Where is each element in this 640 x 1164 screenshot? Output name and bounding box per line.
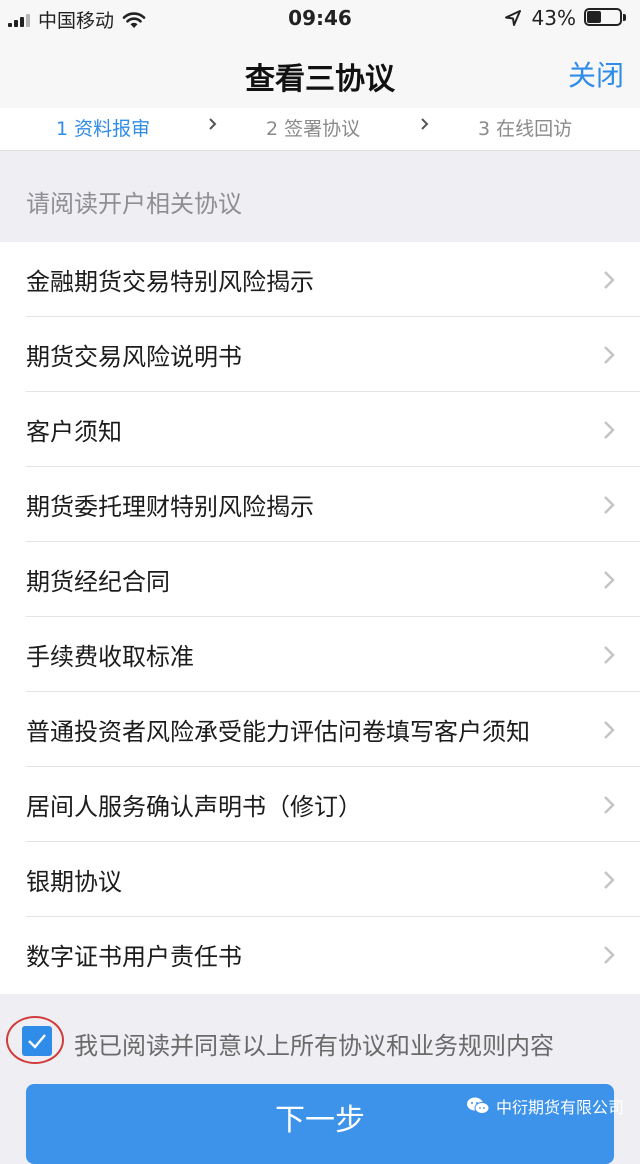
agree-text: 我已阅读并同意以上所有协议和业务规则内容: [74, 1032, 554, 1060]
page-title: 查看三协议: [245, 62, 395, 97]
chevron-right-icon: [604, 646, 615, 664]
list-item-label: 期货委托理财特别风险揭示: [26, 493, 314, 521]
watermark: 中衍期货有限公司: [466, 1094, 624, 1118]
list-item-label: 居间人服务确认声明书（修订）: [26, 793, 362, 821]
chevron-right-icon: [604, 271, 615, 289]
list-item[interactable]: 数字证书用户责任书: [0, 917, 640, 992]
list-item[interactable]: 手续费收取标准: [0, 617, 640, 692]
chevron-right-icon: [604, 346, 615, 364]
chevron-right-icon: [604, 871, 615, 889]
chevron-right-icon: [421, 118, 429, 130]
step-1: 1 资料报审: [56, 118, 151, 140]
list-item[interactable]: 客户须知: [0, 392, 640, 467]
battery-icon: [584, 8, 628, 28]
list-item-label: 数字证书用户责任书: [26, 943, 242, 971]
chevron-right-icon: [604, 496, 615, 514]
list-item[interactable]: 期货交易风险说明书: [0, 317, 640, 392]
checkmark-icon: [28, 1034, 46, 1049]
list-item[interactable]: 普通投资者风险承受能力评估问卷填写客户须知: [0, 692, 640, 767]
list-item[interactable]: 银期协议: [0, 842, 640, 917]
status-bar: 中国移动 09:46 43%: [0, 0, 640, 36]
list-item-label: 客户须知: [26, 418, 122, 446]
list-item[interactable]: 金融期货交易特别风险揭示: [0, 242, 640, 317]
agreement-list: 金融期货交易特别风险揭示 期货交易风险说明书 客户须知 期货委托理财特别风险揭示…: [0, 242, 640, 994]
list-item[interactable]: 期货委托理财特别风险揭示: [0, 467, 640, 542]
chevron-right-icon: [604, 721, 615, 739]
step-indicator: 1 资料报审 2 签署协议 3 在线回访: [0, 108, 640, 151]
status-right: 43%: [504, 6, 628, 30]
section-label: 请阅读开户相关协议: [26, 190, 242, 218]
list-item-label: 银期协议: [26, 868, 122, 896]
list-item[interactable]: 居间人服务确认声明书（修订）: [0, 767, 640, 842]
list-item-label: 期货交易风险说明书: [26, 343, 242, 371]
list-item-label: 手续费收取标准: [26, 643, 194, 671]
nav-bar: 查看三协议 关闭: [0, 36, 640, 108]
chevron-right-icon: [604, 796, 615, 814]
watermark-text: 中衍期货有限公司: [495, 1098, 624, 1117]
list-item-label: 普通投资者风险承受能力评估问卷填写客户须知: [26, 718, 530, 746]
location-icon: [504, 10, 521, 26]
list-item[interactable]: 期货经纪合同: [0, 542, 640, 617]
list-item-label: 期货经纪合同: [26, 568, 170, 596]
step-3: 3 在线回访: [478, 118, 573, 140]
list-item-label: 金融期货交易特别风险揭示: [26, 268, 314, 296]
wechat-icon: [466, 1097, 490, 1114]
battery-percent: 43%: [531, 6, 576, 30]
step-2: 2 签署协议: [266, 118, 361, 140]
agree-checkbox[interactable]: [22, 1026, 52, 1056]
chevron-right-icon: [604, 946, 615, 964]
chevron-right-icon: [604, 571, 615, 589]
chevron-right-icon: [604, 421, 615, 439]
agree-row: 我已阅读并同意以上所有协议和业务规则内容: [0, 1010, 640, 1070]
chevron-right-icon: [209, 118, 217, 130]
close-button[interactable]: 关闭: [568, 54, 624, 94]
